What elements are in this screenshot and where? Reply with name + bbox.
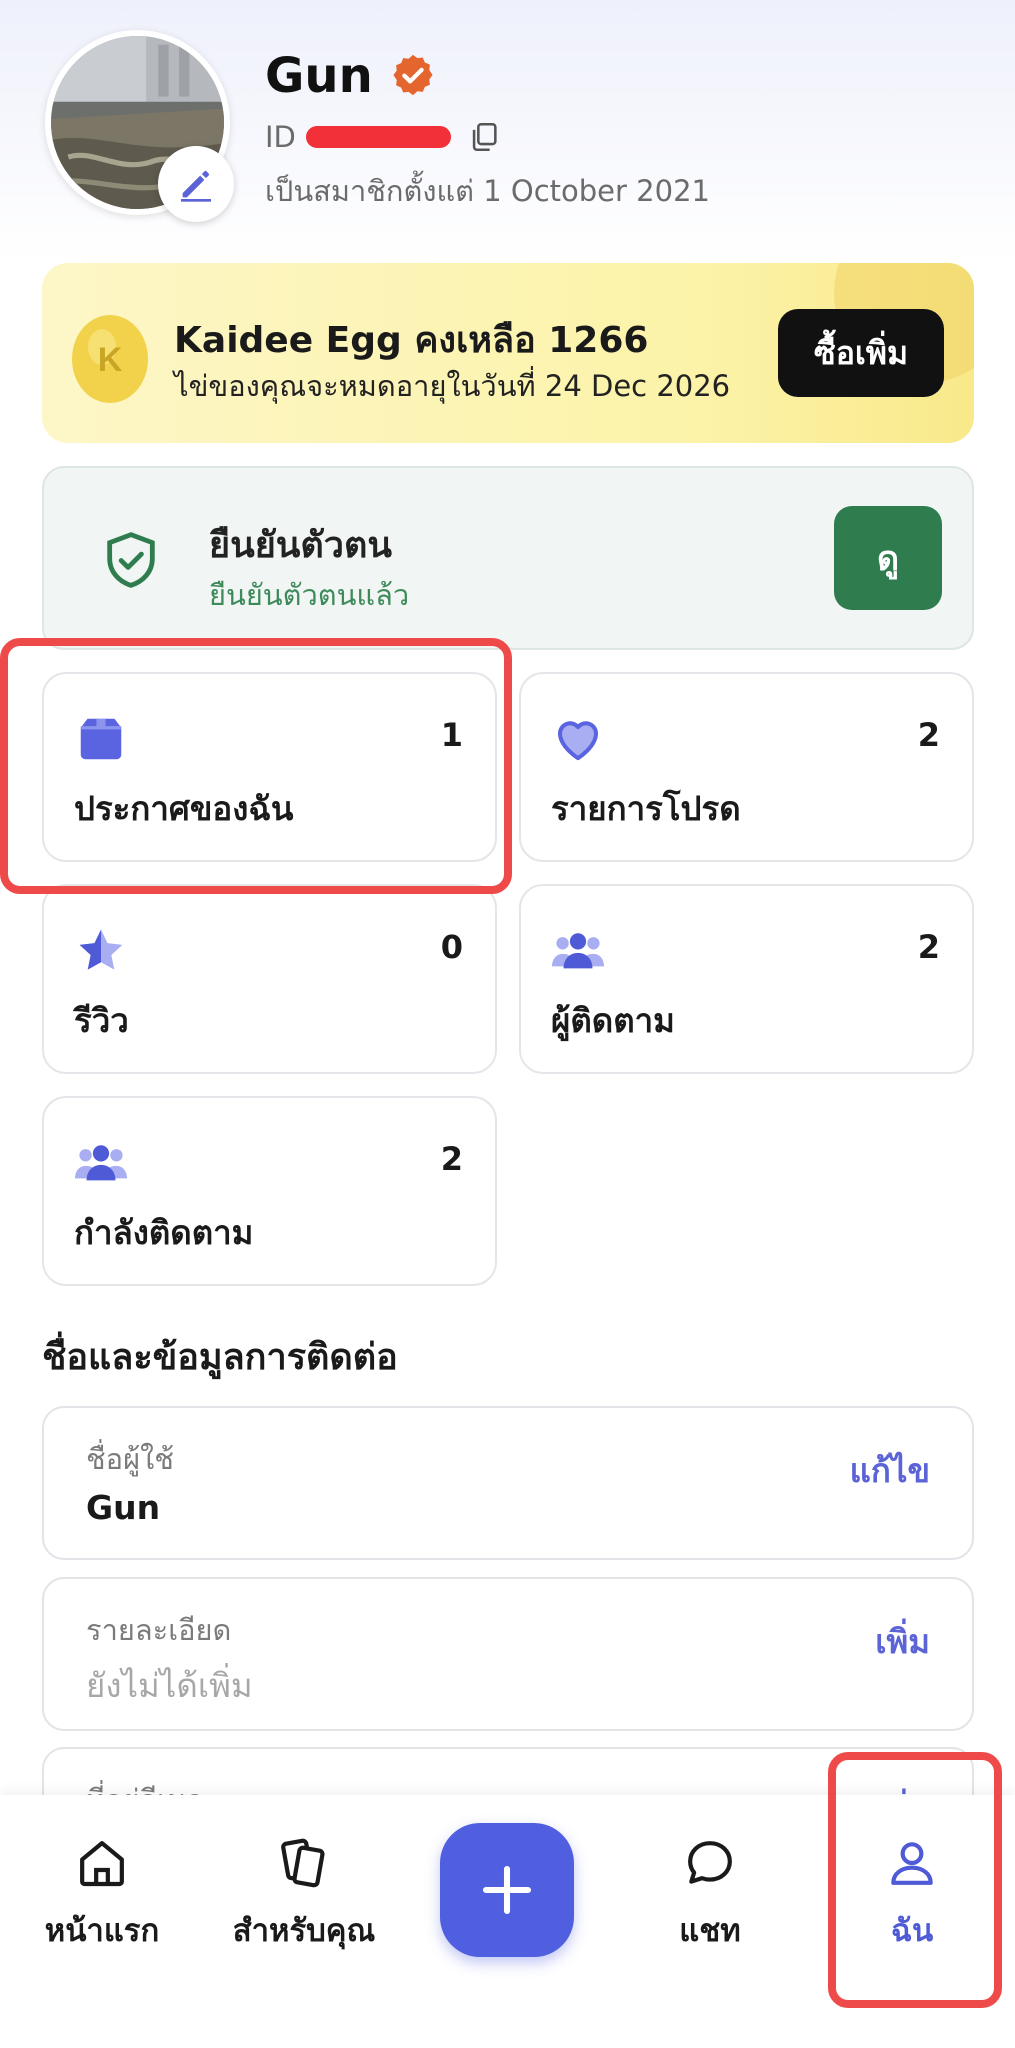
create-listing-button[interactable] (440, 1823, 574, 1957)
field-label: รายละเอียด (86, 1613, 232, 1647)
heart-icon (557, 721, 599, 761)
highlight-box-me-tab (828, 1752, 1002, 2008)
stat-count: 2 (440, 1140, 463, 1178)
buy-more-button[interactable]: ซื้อเพิ่ม (778, 309, 944, 397)
verify-title: ยืนยันตัวตน (209, 525, 392, 566)
people-icon (551, 933, 605, 969)
id-label: ID (265, 120, 296, 154)
nav-label: สำหรับคุณ (232, 1913, 376, 1949)
nav-home[interactable]: หน้าแรก (2, 1835, 202, 1955)
member-since: เป็นสมาชิกตั้งแต่ 1 October 2021 (265, 174, 710, 208)
egg-letter: K (98, 341, 123, 379)
shield-check-icon (107, 532, 155, 588)
nav-for-you[interactable]: สำหรับคุณ (204, 1835, 404, 1955)
pencil-icon (181, 171, 211, 202)
view-verification-button[interactable]: ดู (834, 506, 942, 610)
cards-icon (281, 1838, 325, 1888)
star-icon (79, 929, 123, 970)
stat-count: 2 (917, 716, 940, 754)
field-value: ยังไม่ได้เพิ่ม (86, 1666, 253, 1705)
field-description: รายละเอียด ยังไม่ได้เพิ่ม เพิ่ม (42, 1577, 974, 1731)
nav-label: หน้าแรก (44, 1913, 160, 1949)
verified-badge-icon (393, 54, 433, 96)
egg-expiry-text: ไข่ของคุณจะหมดอายุในวันที่ 24 Dec 2026 (174, 369, 731, 403)
stat-label: รายการโปรด (551, 789, 741, 828)
stat-card-following[interactable]: 2 กำลังติดตาม (42, 1096, 497, 1286)
highlight-box-my-listings (0, 638, 512, 894)
kaidee-egg-card: K Kaidee Egg คงเหลือ 1266 ไข่ของคุณจะหมด… (42, 263, 974, 443)
egg-icon: K (72, 315, 148, 403)
people-icon (74, 1145, 128, 1181)
egg-balance-title: Kaidee Egg คงเหลือ 1266 (174, 320, 649, 361)
stat-card-favorites[interactable]: 2 รายการโปรด (519, 672, 974, 862)
stat-card-reviews[interactable]: 0 รีวิว (42, 884, 497, 1074)
stat-card-followers[interactable]: 2 ผู้ติดตาม (519, 884, 974, 1074)
field-username: ชื่อผู้ใช้ Gun แก้ไข (42, 1406, 974, 1560)
chat-bubble-icon (688, 1841, 732, 1884)
nav-label: แชท (679, 1913, 741, 1949)
stat-label: ผู้ติดตาม (551, 1001, 675, 1040)
redacted-id (305, 126, 451, 148)
verify-status: ยืนยันตัวตนแล้ว (209, 578, 410, 612)
add-description-link[interactable]: เพิ่ม (875, 1615, 930, 1668)
stat-label: กำลังติดตาม (74, 1213, 254, 1252)
stat-count: 2 (917, 928, 940, 966)
nav-chat[interactable]: แชท (610, 1835, 810, 1955)
section-title: ชื่อและข้อมูลการติดต่อ (42, 1337, 398, 1378)
edit-username-link[interactable]: แก้ไข (850, 1444, 930, 1497)
plus-icon (482, 1865, 532, 1915)
profile-name: Gun (265, 48, 373, 104)
home-icon (80, 1841, 124, 1887)
user-id-row: ID (265, 120, 501, 154)
identity-verification-card: ยืนยันตัวตน ยืนยันตัวตนแล้ว ดู (42, 466, 974, 650)
field-value: Gun (86, 1488, 161, 1527)
copy-icon[interactable] (467, 120, 501, 154)
field-label: ชื่อผู้ใช้ (86, 1442, 174, 1476)
stat-count: 0 (440, 928, 463, 966)
stat-label: รีวิว (74, 1001, 129, 1040)
edit-avatar-button[interactable] (158, 146, 234, 222)
